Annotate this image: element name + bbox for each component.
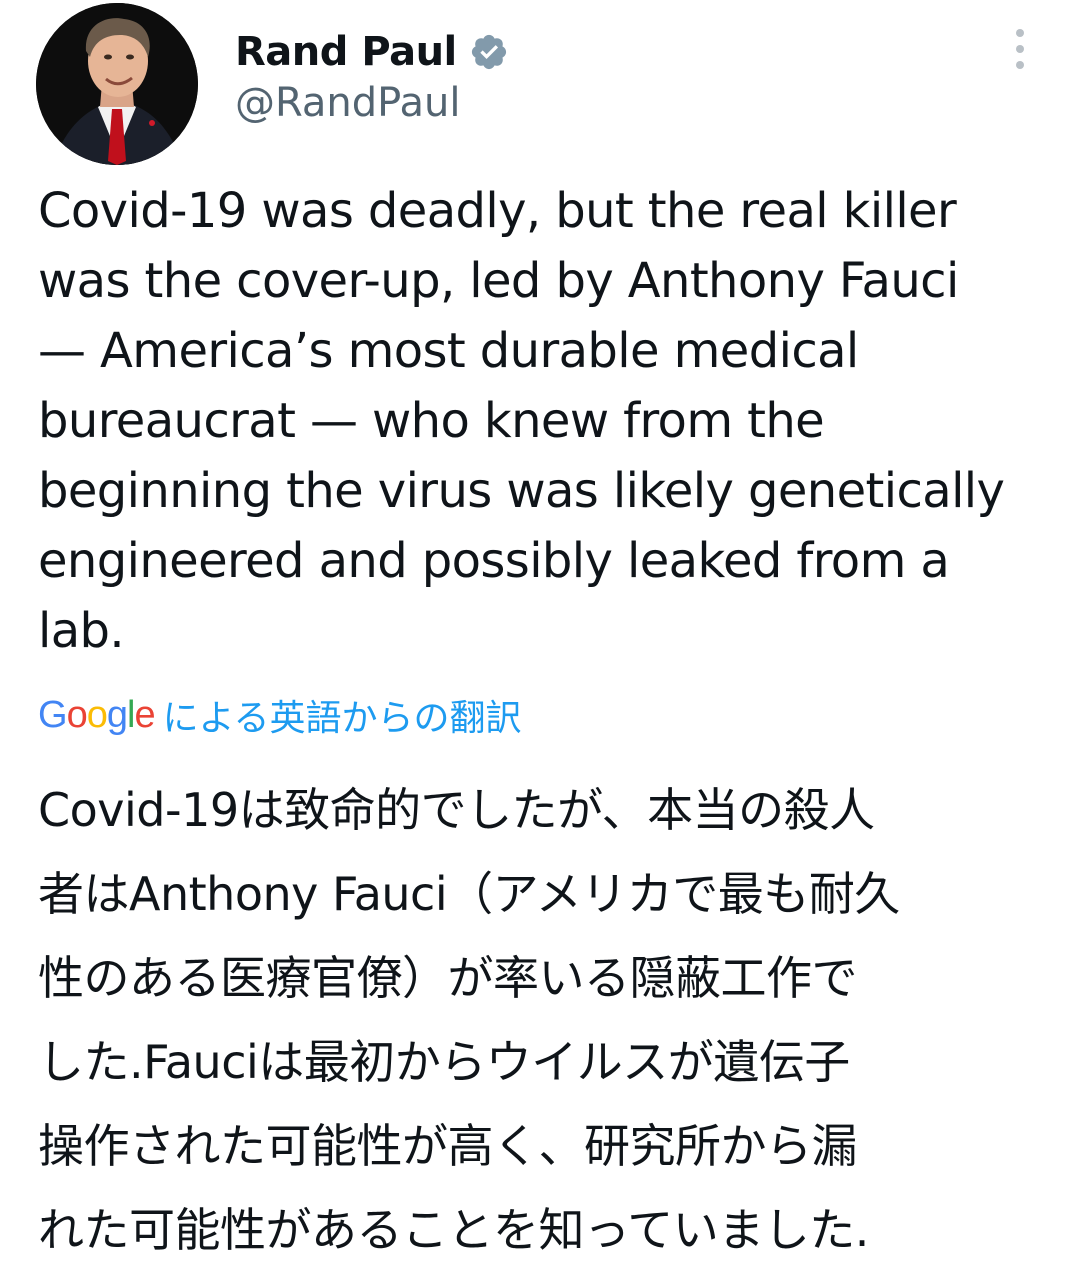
author-handle[interactable]: @RandPaul [235, 80, 460, 126]
author-display-name[interactable]: Rand Paul [235, 29, 457, 75]
more-vertical-icon[interactable] [1004, 26, 1036, 72]
author-name-row: Rand Paul [235, 24, 509, 80]
google-logo-letter: o [66, 693, 88, 736]
translation-label[interactable]: による英語からの翻訳 [163, 689, 522, 741]
google-logo-letter: e [134, 693, 155, 736]
google-logo: Google [38, 693, 156, 737]
tweet-text: Covid-19 was deadly, but the real killer… [38, 183, 1005, 659]
profile-photo [36, 3, 198, 165]
google-logo-letter: G [38, 693, 68, 736]
avatar[interactable] [36, 3, 198, 165]
translated-tweet-text: Covid-19は致命的でしたが、本当の殺人 者はAnthony Fauci（ア… [38, 783, 900, 1257]
translation-attribution[interactable]: Google による英語からの翻訳 [38, 688, 522, 742]
google-logo-letter: g [106, 693, 128, 736]
tweet-header: Rand Paul @RandPaul [0, 0, 1080, 175]
verified-badge-icon [471, 34, 506, 70]
google-logo-letter: l [126, 693, 136, 736]
google-logo-letter: o [86, 693, 108, 736]
